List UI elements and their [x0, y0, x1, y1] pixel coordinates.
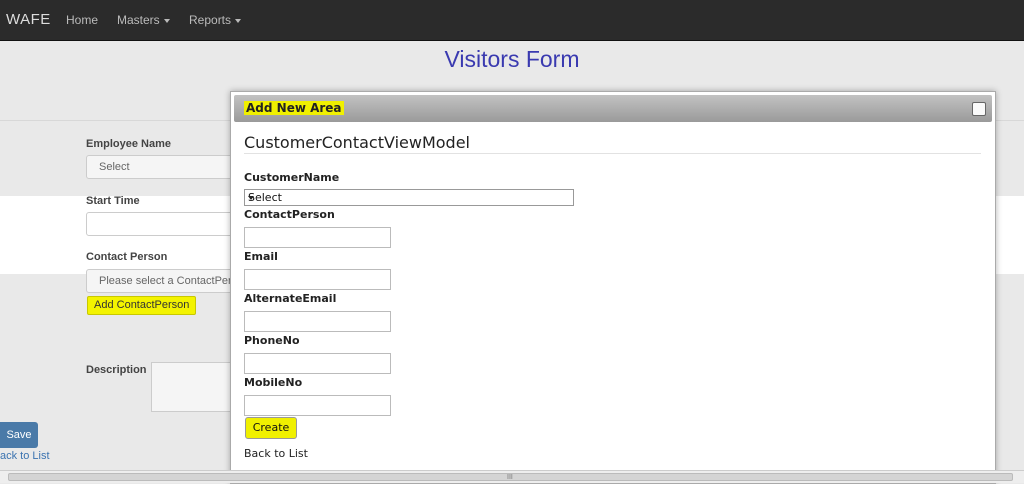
nav-masters[interactable]: Masters: [117, 13, 170, 27]
email-field[interactable]: [244, 269, 391, 290]
horizontal-scrollbar[interactable]: III: [0, 470, 1024, 483]
contact-person-select[interactable]: Please select a ContactPer: [86, 269, 236, 293]
contact-person-placeholder: Please select a ContactPer: [99, 275, 232, 287]
dropdown-arrow-icon: [248, 196, 254, 200]
phone-field[interactable]: [244, 353, 391, 374]
customer-name-select[interactable]: Select: [244, 189, 574, 206]
modal-heading: CustomerContactViewModel: [244, 133, 470, 152]
modal-title: Add New Area: [244, 101, 344, 115]
mobile-label: MobileNo: [244, 376, 303, 389]
alternate-email-label: AlternateEmail: [244, 292, 337, 305]
nav-home[interactable]: Home: [66, 13, 98, 27]
chevron-down-icon: [163, 18, 170, 23]
alternate-email-field[interactable]: [244, 311, 391, 332]
modal-back-to-list-link[interactable]: Back to List: [244, 447, 308, 460]
save-button[interactable]: Save: [0, 422, 38, 448]
brand-logo[interactable]: WAFE: [6, 11, 51, 28]
nav-reports-label: Reports: [189, 13, 232, 27]
contact-person-label: Contact Person: [86, 251, 168, 263]
start-time-label: Start Time: [86, 195, 140, 207]
chevron-down-icon: [235, 18, 242, 23]
contact-person-field[interactable]: [244, 227, 391, 248]
add-contact-person-button[interactable]: Add ContactPerson: [87, 296, 197, 315]
nav-reports[interactable]: Reports: [189, 13, 242, 27]
employee-name-select[interactable]: Select: [86, 155, 236, 179]
start-time-input[interactable]: [86, 212, 236, 236]
scrollbar-thumb[interactable]: III: [8, 473, 1013, 481]
contact-person-field-label: ContactPerson: [244, 208, 335, 221]
phone-label: PhoneNo: [244, 334, 300, 347]
employee-name-label: Employee Name: [86, 138, 171, 150]
top-navbar: WAFE Home Masters Reports: [0, 0, 1024, 41]
nav-masters-label: Masters: [117, 13, 160, 27]
email-label: Email: [244, 250, 278, 263]
description-label: Description: [86, 364, 147, 376]
customer-name-label: CustomerName: [244, 171, 340, 184]
modal-header[interactable]: Add New Area: [234, 95, 992, 122]
create-button[interactable]: Create: [245, 417, 297, 439]
scrollbar-grip-icon: III: [507, 474, 513, 481]
modal-divider: [244, 153, 981, 154]
close-icon[interactable]: [972, 102, 986, 116]
add-new-area-modal: Add New Area CustomerContactViewModel Cu…: [230, 91, 996, 484]
employee-name-value: Select: [99, 161, 130, 173]
page-title: Visitors Form: [444, 46, 580, 72]
back-to-list-link[interactable]: ack to List: [0, 450, 50, 462]
mobile-field[interactable]: [244, 395, 391, 416]
